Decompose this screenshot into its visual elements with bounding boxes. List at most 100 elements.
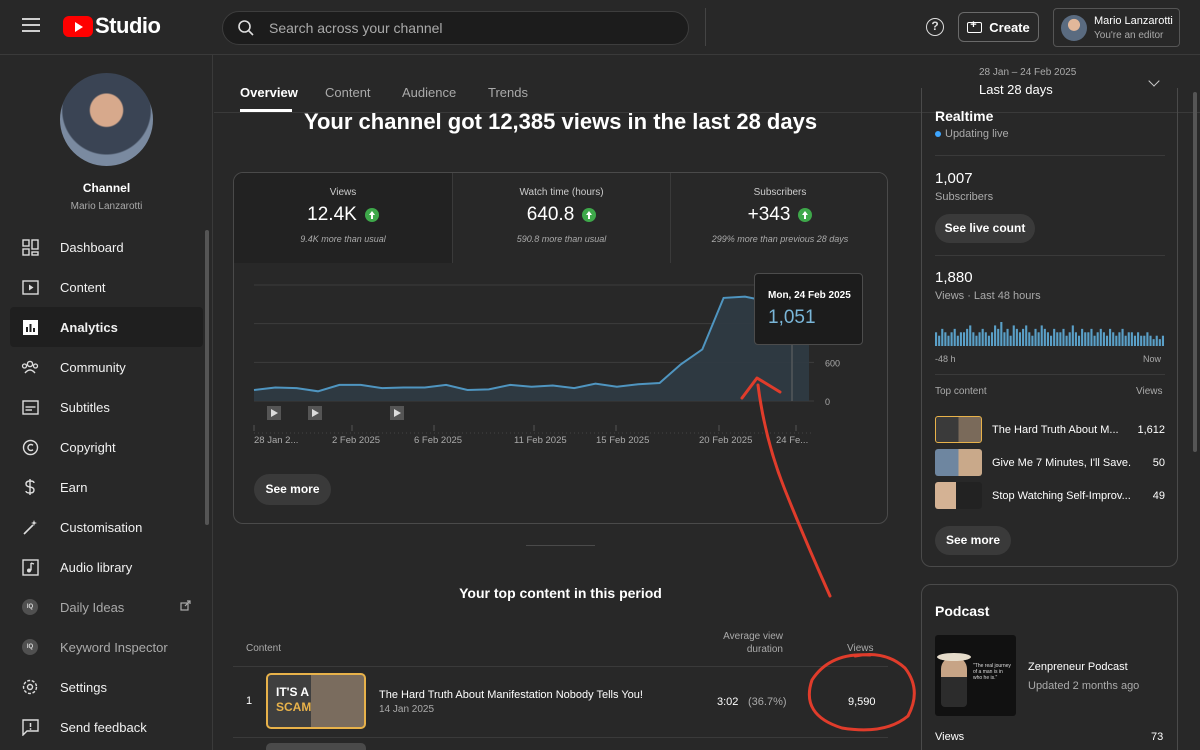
metric-note: 9.4K more than usual [300,234,386,244]
sidebar-item-settings[interactable]: Settings [10,667,203,707]
realtime-top-item[interactable]: Give Me 7 Minutes, I'll Save... 50 [935,449,1165,477]
metric-watch-time[interactable]: Watch time (hours) 640.8 590.8 more than… [452,173,670,263]
create-button[interactable]: Create [958,12,1039,42]
analytics-icon [20,317,40,337]
sidebar-item-subtitles[interactable]: Subtitles [10,387,203,427]
realtime-bar [966,328,969,346]
x-tick-label: 24 Fe... [776,435,808,446]
sidebar-item-label: Content [60,279,106,295]
sidebar-item-copyright[interactable]: Copyright [10,427,203,467]
metric-note: 299% more than previous 28 days [711,234,849,244]
sidebar-nav: Dashboard Content Analytics Community Su… [10,227,203,747]
realtime-bar [1087,332,1090,346]
realtime-bar [1099,328,1102,346]
sidebar-item-analytics[interactable]: Analytics [10,307,203,347]
dashboard-icon [20,237,40,257]
realtime-bar [1090,328,1093,346]
realtime-bar [984,332,987,346]
tooltip-value: 1,051 [768,307,816,328]
realtime-bar [1062,328,1065,346]
realtime-bar-chart[interactable] [935,320,1165,348]
realtime-bar [1003,332,1006,346]
realtime-bar [1022,328,1025,346]
x-tick-label: 11 Feb 2025 [514,435,567,446]
tab-trends[interactable]: Trends [488,85,528,100]
realtime-bar [1158,339,1161,346]
realtime-bar [975,335,978,346]
video-title[interactable]: The Hard Truth About Manifestation Nobod… [379,689,643,701]
divider [935,155,1165,156]
metric-subscribers[interactable]: Subscribers +343 299% more than previous… [670,173,887,263]
sidebar-item-label: Audio library [60,559,133,575]
item-title: Give Me 7 Minutes, I'll Save... [992,457,1132,469]
table-row-divider [233,737,888,738]
realtime-bar [1012,325,1015,346]
sidebar-item-customisation[interactable]: Customisation [10,507,203,547]
realtime-bar [1115,335,1118,346]
realtime-bar [1133,335,1137,346]
sidebar-item-keyword-inspector[interactable]: IQ Keyword Inspector [10,627,203,667]
search-input[interactable] [269,20,649,36]
metric-views[interactable]: Views 12.4K 9.4K more than usual [234,173,452,263]
subscriber-label: Subscribers [935,191,994,203]
realtime-bar [1059,332,1062,346]
video-thumbnail[interactable]: IT'S A SCAM [266,673,366,729]
podcast-thumbnail[interactable]: "The real journey of a man is in who he … [935,635,1016,716]
sidebar-scrollbar[interactable] [205,230,209,525]
chart-tooltip: Mon, 24 Feb 2025 1,051 [754,273,863,345]
channel-avatar[interactable] [60,73,153,166]
sidebar-item-send-feedback[interactable]: Send feedback [10,707,203,747]
quote-line: "The real journey of a man is in [973,663,1011,675]
thumbnail-hat [937,653,971,661]
realtime-bar [947,335,950,346]
realtime-bar [1105,335,1109,346]
sidebar-item-community[interactable]: Community [10,347,203,387]
see-live-count-button[interactable]: See live count [935,214,1035,243]
realtime-bar [1000,322,1003,346]
realtime-bar [1028,332,1031,346]
realtime-top-item[interactable]: The Hard Truth About M... 1,612 [935,416,1165,444]
feedback-icon [20,717,40,737]
realtime-bar [972,332,975,346]
help-icon[interactable]: ? [926,18,944,36]
realtime-bar [987,335,990,346]
tab-overview[interactable]: Overview [240,85,298,100]
date-range[interactable]: 28 Jan – 24 Feb 2025 [979,67,1076,78]
menu-icon[interactable] [22,18,40,32]
thumbnail-person [941,657,967,707]
sidebar-item-daily-ideas[interactable]: IQ Daily Ideas [10,587,203,627]
metric-label: Watch time (hours) [519,187,604,198]
column-header-avg-duration: Average view duration [723,631,783,655]
video-thumbnail[interactable] [266,743,366,750]
realtime-bar [1037,332,1040,346]
settings-icon [20,677,40,697]
metric-label: Views [329,187,357,198]
realtime-bar [1161,335,1164,346]
sidebar-item-dashboard[interactable]: Dashboard [10,227,203,267]
realtime-bar [1118,332,1121,346]
live-dot-icon [935,131,941,137]
search-bar[interactable] [222,11,689,45]
item-title: The Hard Truth About M... [992,424,1119,436]
sidebar-item-label: Daily Ideas [60,599,125,615]
sidebar-item-content[interactable]: Content [10,267,203,307]
realtime-top-item[interactable]: Stop Watching Self-Improv... 49 [935,482,1165,510]
podcast-name[interactable]: Zenpreneur Podcast [1028,661,1128,673]
thumbnail-quote: "The real journey of a man is in who he … [973,663,1013,681]
tab-content[interactable]: Content [325,85,371,100]
see-more-button[interactable]: See more [254,474,331,505]
sidebar-item-label: Copyright [60,439,116,455]
main-scrollbar[interactable] [1193,92,1197,452]
studio-logo[interactable]: Studio [63,13,161,39]
y-tick-label: 600 [825,358,840,368]
account-switcher[interactable]: Mario Lanzarotti You're an editor [1053,8,1180,47]
sidebar-item-label: Dashboard [60,239,124,255]
chevron-down-icon[interactable] [1148,75,1160,87]
sidebar-item-audio-library[interactable]: Audio library [10,547,203,587]
realtime-see-more-button[interactable]: See more [935,526,1011,555]
iq-icon: IQ [20,637,40,657]
realtime-bar [1040,325,1043,346]
sidebar-item-earn[interactable]: Earn [10,467,203,507]
tab-audience[interactable]: Audience [402,85,456,100]
realtime-bar [1081,328,1084,346]
